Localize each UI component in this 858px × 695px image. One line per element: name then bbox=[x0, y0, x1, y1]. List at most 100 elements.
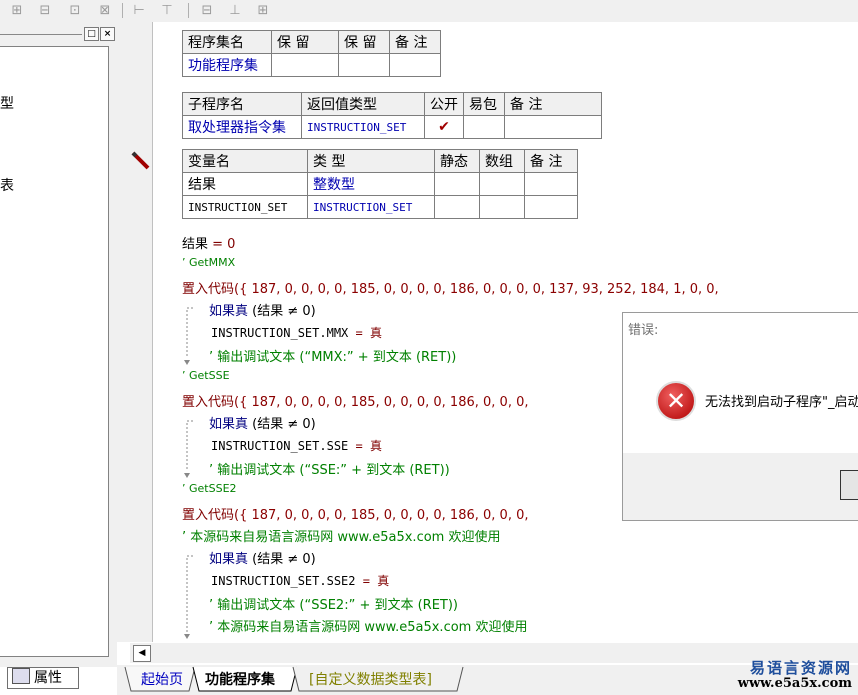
return-type[interactable]: INSTRUCTION_SET bbox=[301, 115, 425, 139]
table-cell[interactable] bbox=[504, 115, 602, 139]
variable-name[interactable]: 结果 bbox=[182, 172, 308, 196]
code-keyword: 如果真 bbox=[209, 552, 249, 567]
code-op: = bbox=[348, 326, 370, 340]
table-header: 程序集名 bbox=[182, 30, 272, 54]
code-comment[interactable]: ’ GetSSE2 bbox=[182, 482, 237, 495]
table-cell[interactable] bbox=[338, 53, 390, 77]
code-cond: (结果 ≠ 0) bbox=[252, 552, 316, 567]
ok-button[interactable] bbox=[840, 470, 858, 500]
header-line bbox=[0, 34, 82, 35]
table-cell[interactable] bbox=[271, 53, 339, 77]
width-icon[interactable]: ⊟ bbox=[198, 2, 216, 19]
table-header: 变量名 bbox=[182, 149, 308, 173]
code-args: ({ 187, 0, 0, 0, 0, 185, 0, 0, 0, 0, 186… bbox=[234, 395, 529, 410]
code-keyword: 置入代码 bbox=[182, 395, 235, 410]
align-left-icon[interactable]: ⊢ bbox=[130, 2, 148, 19]
horizontal-scrollbar[interactable]: ◀ bbox=[130, 643, 858, 663]
tab-start-page[interactable]: 起始页 bbox=[141, 669, 183, 691]
variable-type[interactable]: 整数型 bbox=[307, 172, 435, 196]
error-dialog: 错误: ✕ 无法找到启动子程序"_启动 bbox=[622, 312, 858, 521]
split-icon[interactable]: ⊠ bbox=[96, 2, 114, 19]
code-args: ({ 187, 0, 0, 0, 0, 185, 0, 0, 0, 0, 186… bbox=[234, 282, 719, 297]
tab-function-assembly[interactable]: 功能程序集 bbox=[205, 669, 275, 691]
left-panel-list: 型 表 bbox=[0, 46, 109, 657]
pencil-icon bbox=[131, 151, 150, 170]
assembly-name[interactable]: 功能程序集 bbox=[182, 53, 272, 77]
code-op: = bbox=[348, 439, 370, 453]
code-line[interactable]: 如果真 (结果 ≠ 0) bbox=[209, 300, 316, 319]
code-line[interactable]: INSTRUCTION_SET.SSE2 = 真 bbox=[211, 572, 389, 589]
toolbar-separator bbox=[188, 3, 189, 18]
code-comment[interactable]: ’ GetMMX bbox=[182, 256, 235, 269]
insert-row-icon[interactable]: ⊞ bbox=[8, 2, 26, 19]
table-header: 备 注 bbox=[389, 30, 441, 54]
restore-icon[interactable]: □ bbox=[84, 27, 99, 41]
merge-icon[interactable]: ⊡ bbox=[66, 2, 84, 19]
code-cond: (结果 ≠ 0) bbox=[252, 417, 316, 432]
table-header: 静态 bbox=[434, 149, 480, 173]
align-top-icon[interactable]: ⊤ bbox=[158, 2, 176, 19]
code-line[interactable]: INSTRUCTION_SET.MMX = 真 bbox=[211, 324, 382, 341]
size-icon[interactable]: ⊞ bbox=[254, 2, 272, 19]
toolbar: ⊞ ⊟ ⊡ ⊠ ⊢ ⊤ ⊟ ⊥ ⊞ bbox=[0, 0, 858, 23]
code-value: 真 bbox=[369, 439, 382, 453]
code-comment[interactable]: ’ 输出调试文本 (“MMX:” + 到文本 (RET)) bbox=[209, 346, 456, 365]
table-cell[interactable] bbox=[479, 172, 525, 196]
code-line[interactable]: 置入代码({ 187, 0, 0, 0, 0, 185, 0, 0, 0, 0,… bbox=[182, 504, 528, 523]
table-cell[interactable] bbox=[434, 195, 480, 219]
code-line[interactable]: 如果真 (结果 ≠ 0) bbox=[209, 413, 316, 432]
table-cell[interactable] bbox=[389, 53, 441, 77]
table-cell[interactable] bbox=[479, 195, 525, 219]
scroll-left-icon[interactable]: ◀ bbox=[133, 645, 151, 662]
insert-col-icon[interactable]: ⊟ bbox=[36, 2, 54, 19]
code-var: INSTRUCTION_SET.MMX bbox=[211, 326, 349, 340]
code-args: ({ 187, 0, 0, 0, 0, 185, 0, 0, 0, 0, 186… bbox=[234, 508, 529, 523]
code-comment[interactable]: ’ 输出调试文本 (“SSE2:” + 到文本 (RET)) bbox=[209, 594, 458, 613]
dialog-footer bbox=[623, 453, 858, 520]
variable-type[interactable]: INSTRUCTION_SET bbox=[307, 195, 435, 219]
code-var: INSTRUCTION_SET.SSE bbox=[211, 439, 349, 453]
code-line[interactable]: INSTRUCTION_SET.SSE = 真 bbox=[211, 437, 382, 454]
code-line[interactable]: 如果真 (结果 ≠ 0) bbox=[209, 548, 316, 567]
error-icon: ✕ bbox=[656, 381, 696, 421]
watermark-url: www.e5a5x.com bbox=[737, 676, 852, 691]
code-value: 真 bbox=[377, 574, 390, 588]
code-line[interactable]: 置入代码({ 187, 0, 0, 0, 0, 185, 0, 0, 0, 0,… bbox=[182, 278, 719, 297]
dialog-message: 无法找到启动子程序"_启动 bbox=[705, 395, 858, 410]
code-line[interactable]: 置入代码({ 187, 0, 0, 0, 0, 185, 0, 0, 0, 0,… bbox=[182, 391, 528, 410]
code-var: 结果 bbox=[182, 237, 209, 252]
code-cond: (结果 ≠ 0) bbox=[252, 304, 316, 319]
dialog-title: 错误: bbox=[628, 323, 659, 338]
tab-custom-types[interactable]: [自定义数据类型表] bbox=[309, 669, 432, 691]
table-header: 类 型 bbox=[307, 149, 435, 173]
code-comment[interactable]: ’ 本源码来自易语言源码网 www.e5a5x.com 欢迎使用 bbox=[209, 616, 527, 635]
code-keyword: 如果真 bbox=[209, 304, 249, 319]
code-keyword: 置入代码 bbox=[182, 508, 235, 523]
subroutine-name[interactable]: 取处理器指令集 bbox=[182, 115, 302, 139]
left-panel-header: □ × bbox=[0, 26, 117, 42]
list-item[interactable]: 型 bbox=[0, 93, 14, 113]
table-header: 易包 bbox=[463, 92, 505, 116]
table-cell[interactable] bbox=[463, 115, 505, 139]
code-expr: = 0 bbox=[208, 237, 236, 252]
subroutine-table: 子程序名 返回值类型 公开 易包 备 注 取处理器指令集 INSTRUCTION… bbox=[182, 92, 602, 139]
code-keyword: 置入代码 bbox=[182, 282, 235, 297]
code-keyword: 如果真 bbox=[209, 417, 249, 432]
table-cell[interactable] bbox=[524, 172, 578, 196]
list-item[interactable]: 表 bbox=[0, 175, 14, 195]
public-check-icon[interactable]: ✔ bbox=[424, 115, 464, 139]
code-var: INSTRUCTION_SET.SSE2 bbox=[211, 574, 356, 588]
variable-name[interactable]: INSTRUCTION_SET bbox=[182, 195, 308, 219]
property-tab-label: 属性 bbox=[34, 670, 62, 686]
height-icon[interactable]: ⊥ bbox=[226, 2, 244, 19]
property-icon bbox=[12, 668, 30, 684]
table-cell[interactable] bbox=[524, 195, 578, 219]
code-comment[interactable]: ’ 输出调试文本 (“SSE:” + 到文本 (RET)) bbox=[209, 459, 450, 478]
table-header: 子程序名 bbox=[182, 92, 302, 116]
code-line[interactable]: 结果 = 0 bbox=[182, 233, 235, 252]
property-tab[interactable]: 属性 bbox=[7, 667, 79, 689]
close-icon[interactable]: × bbox=[100, 27, 115, 41]
code-comment[interactable]: ’ GetSSE bbox=[182, 369, 230, 382]
code-comment[interactable]: ’ 本源码来自易语言源码网 www.e5a5x.com 欢迎使用 bbox=[182, 526, 500, 545]
table-cell[interactable] bbox=[434, 172, 480, 196]
